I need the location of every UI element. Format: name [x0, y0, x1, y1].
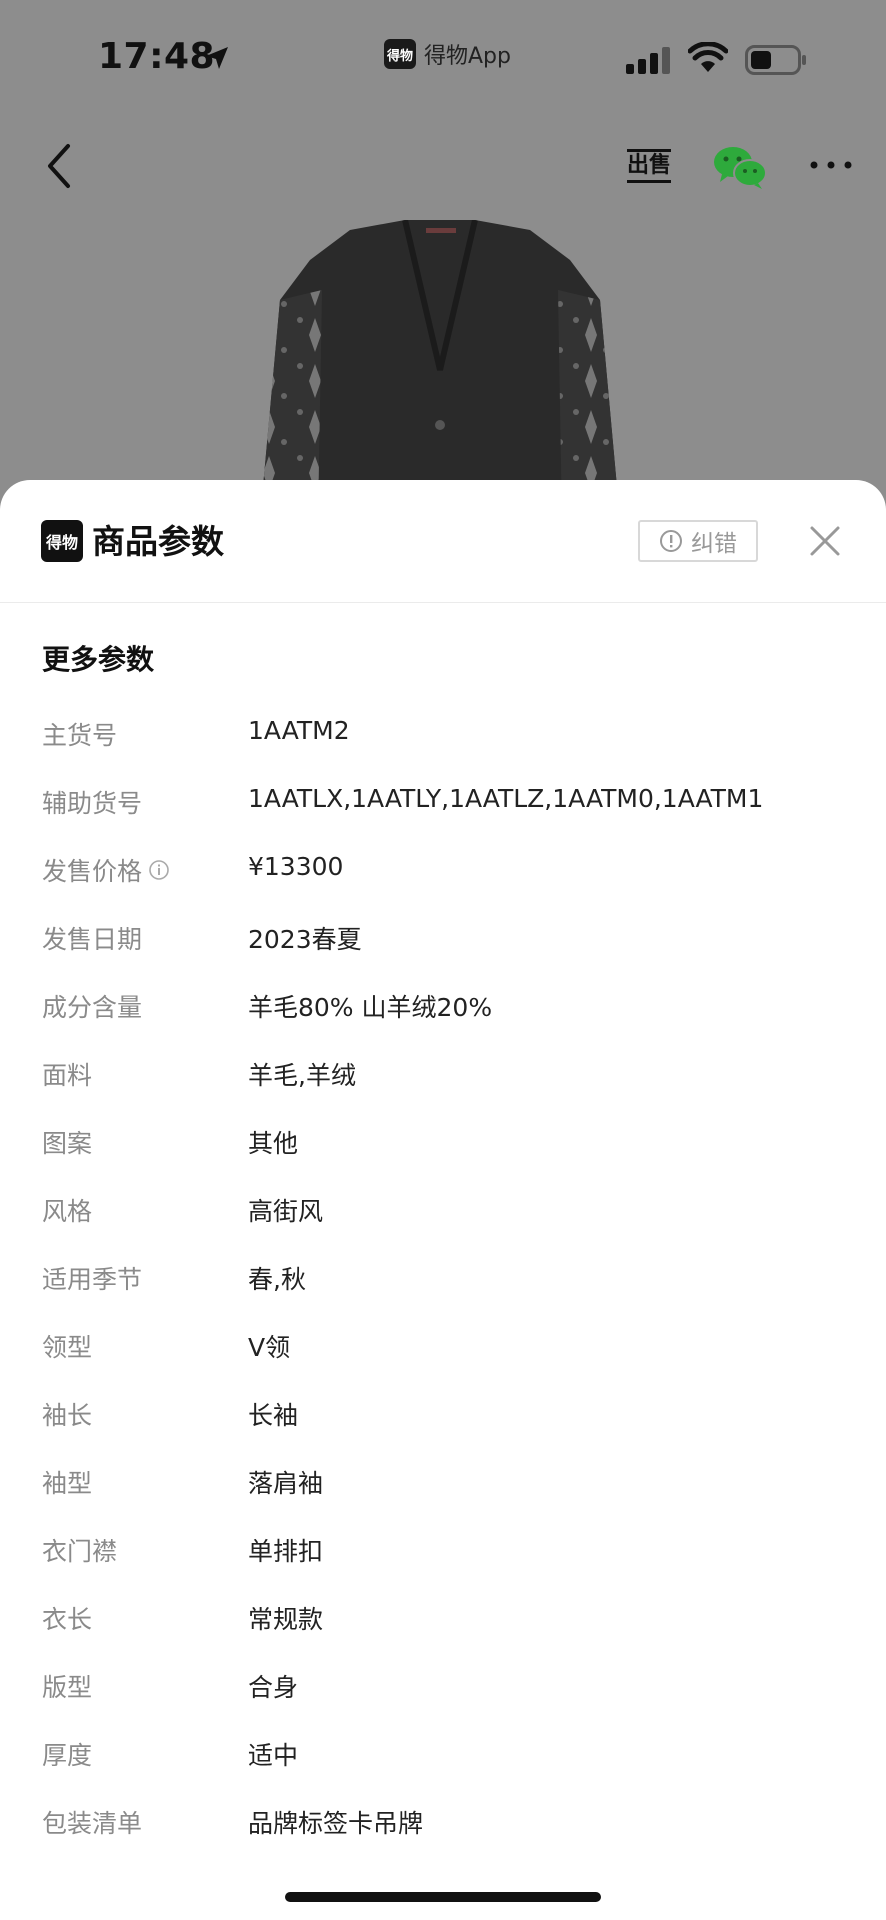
param-row: 图案 其他	[0, 1116, 886, 1184]
close-icon[interactable]	[806, 522, 844, 560]
param-label: 版型	[42, 1673, 93, 1702]
param-label-with-info: 发售价格	[42, 852, 170, 888]
param-value: 长袖	[248, 1401, 299, 1430]
param-list: 主货号 1AATM2 辅助货号 1AATLX,1AATLY,1AATLZ,1AA…	[0, 708, 886, 1864]
section-title: 更多参数	[42, 643, 155, 676]
param-row: 衣门襟 单排扣	[0, 1524, 886, 1592]
app-logo-icon: 得物	[384, 39, 416, 69]
param-value: 1AATLX,1AATLY,1AATLZ,1AATM0,1AATM1	[248, 784, 764, 813]
param-row: 适用季节 春,秋	[0, 1252, 886, 1320]
param-value: 适中	[248, 1741, 299, 1770]
param-row: 发售价格 ¥13300	[0, 844, 886, 912]
param-value: 品牌标签卡吊牌	[248, 1809, 424, 1838]
product-params-sheet: 得物 商品参数 纠错 更多参数 主货号 1AATM2 辅助货号 1AATLX,1…	[0, 480, 886, 1920]
param-label: 主货号	[42, 721, 118, 750]
home-indicator[interactable]	[285, 1892, 601, 1902]
param-value: 羊毛,羊绒	[248, 1061, 356, 1090]
param-label: 面料	[42, 1061, 93, 1090]
sell-icon: 出售	[626, 149, 671, 183]
status-app-name: 得物App	[424, 44, 511, 69]
param-row: 版型 合身	[0, 1660, 886, 1728]
param-value: 高街风	[248, 1197, 324, 1226]
status-time: 17:48	[98, 36, 216, 77]
param-label: 领型	[42, 1333, 93, 1362]
param-label: 厚度	[42, 1741, 93, 1770]
param-label: 衣长	[42, 1605, 93, 1634]
param-label: 袖型	[42, 1469, 93, 1498]
param-row: 主货号 1AATM2	[0, 708, 886, 776]
param-row: 袖型 落肩袖	[0, 1456, 886, 1524]
param-label: 风格	[42, 1197, 93, 1226]
param-value: 其他	[248, 1129, 299, 1158]
param-row: 辅助货号 1AATLX,1AATLY,1AATLZ,1AATM0,1AATM1	[0, 776, 886, 844]
app-logo-icon: 得物	[41, 520, 83, 562]
param-value: 单排扣	[248, 1537, 324, 1566]
param-row: 袖长 长袖	[0, 1388, 886, 1456]
correction-button[interactable]: 纠错	[638, 520, 758, 562]
exclamation-circle-icon	[660, 530, 682, 552]
param-label: 衣门襟	[42, 1537, 118, 1566]
status-app-indicator: 得物 得物App	[384, 38, 511, 70]
signal-icon	[626, 47, 670, 74]
param-row: 领型 V领	[0, 1320, 886, 1388]
param-row: 厚度 适中	[0, 1728, 886, 1796]
wechat-icon[interactable]	[712, 144, 768, 190]
param-label: 发售日期	[42, 925, 143, 954]
param-label: 袖长	[42, 1401, 93, 1430]
correction-label: 纠错	[691, 531, 737, 557]
sheet-header: 得物 商品参数 纠错	[0, 480, 886, 603]
param-label: 包装清单	[42, 1809, 143, 1838]
location-arrow-icon	[206, 47, 228, 69]
param-value: ¥13300	[248, 852, 344, 881]
param-value: 常规款	[248, 1605, 324, 1634]
param-label: 辅助货号	[42, 789, 143, 818]
param-value: 春,秋	[248, 1265, 306, 1294]
param-label: 成分含量	[42, 993, 143, 1022]
product-image	[260, 220, 620, 520]
param-row: 成分含量 羊毛80% 山羊绒20%	[0, 980, 886, 1048]
param-label-text: 发售价格	[42, 857, 143, 886]
param-value: 羊毛80% 山羊绒20%	[248, 993, 493, 1022]
param-value: 1AATM2	[248, 716, 350, 745]
param-label: 适用季节	[42, 1265, 143, 1294]
sheet-title: 商品参数	[92, 522, 224, 561]
battery-icon	[745, 45, 806, 75]
back-chevron-icon[interactable]	[40, 142, 80, 190]
status-bar: 17:48 得物 得物App	[0, 0, 886, 110]
param-value: 落肩袖	[248, 1469, 324, 1498]
more-icon[interactable]	[806, 150, 856, 180]
param-row: 衣长 常规款	[0, 1592, 886, 1660]
info-icon[interactable]	[148, 859, 170, 881]
sell-button[interactable]: 出售	[624, 140, 674, 192]
param-row: 面料 羊毛,羊绒	[0, 1048, 886, 1116]
param-value: 2023春夏	[248, 925, 362, 954]
wifi-icon	[688, 42, 728, 72]
param-label: 图案	[42, 1129, 93, 1158]
param-row: 发售日期 2023春夏	[0, 912, 886, 980]
param-value: 合身	[248, 1673, 299, 1702]
param-row: 包装清单 品牌标签卡吊牌	[0, 1796, 886, 1864]
param-value: V领	[248, 1333, 291, 1362]
param-row: 风格 高街风	[0, 1184, 886, 1252]
